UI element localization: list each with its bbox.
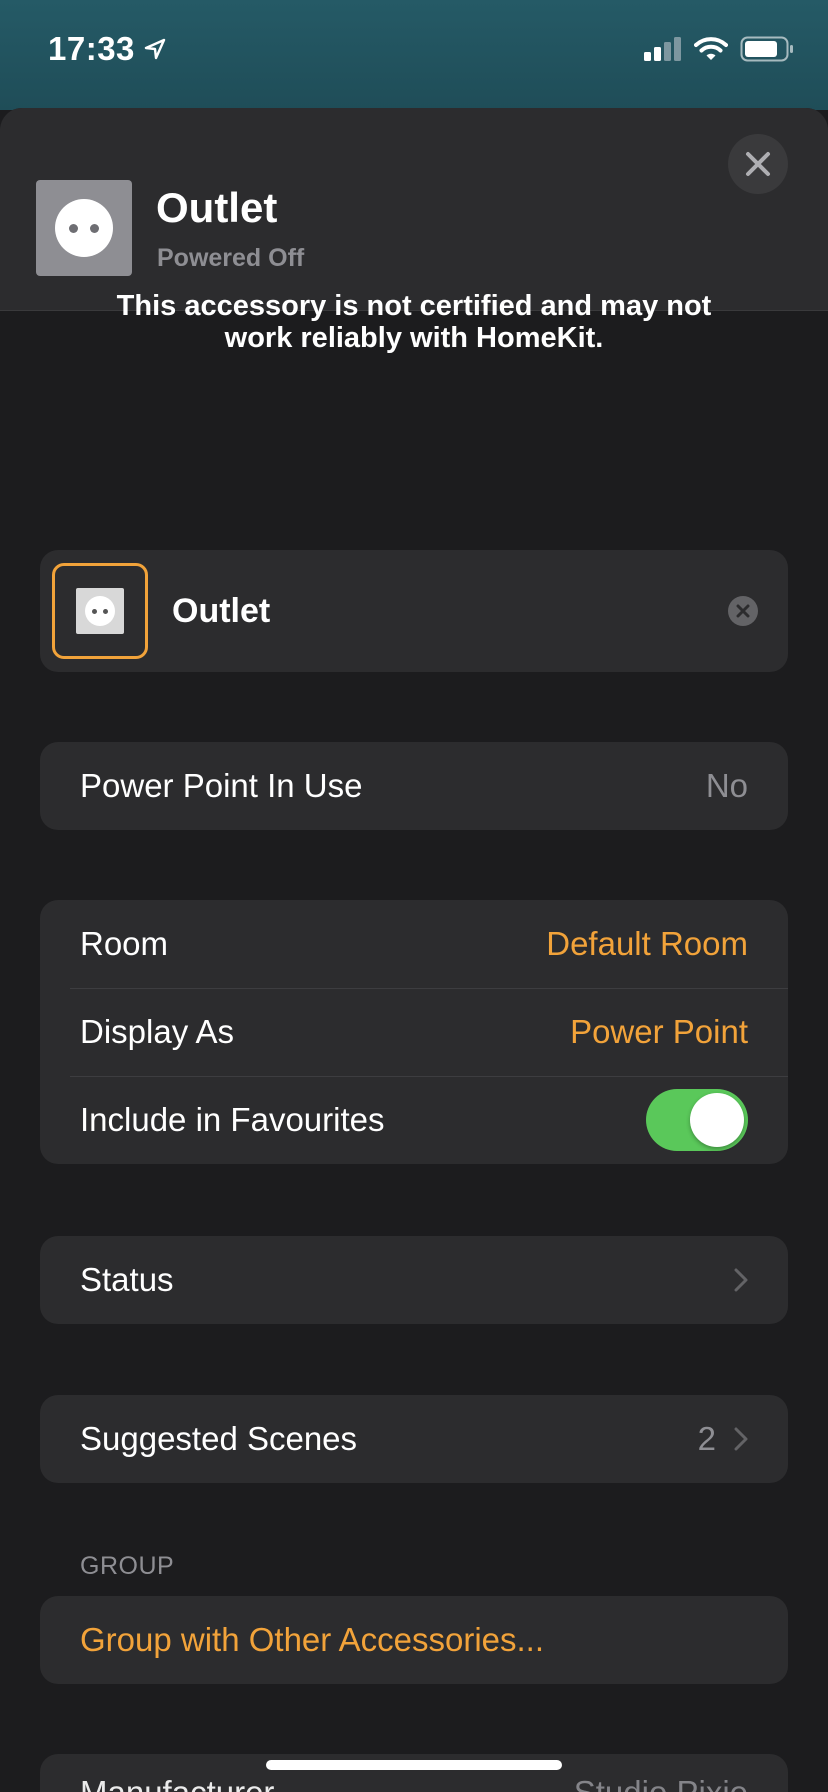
chevron-right-icon (734, 1268, 748, 1292)
clear-x-icon (736, 604, 750, 618)
manufacturer-value: Studio Pixie (574, 1774, 748, 1792)
accessory-title: Outlet (156, 184, 278, 231)
accessory-name-field[interactable]: Outlet (40, 550, 788, 672)
display-as-row[interactable]: Display As Power Point (40, 988, 788, 1076)
suggested-scenes-label: Suggested Scenes (80, 1420, 358, 1457)
group-section-header: GROUP (80, 1552, 175, 1580)
favourites-label: Include in Favourites (80, 1101, 385, 1138)
clear-text-icon[interactable] (728, 596, 758, 626)
certification-notice: This accessory is not certified and may … (116, 290, 712, 354)
display-as-value[interactable]: Power Point (570, 1013, 748, 1051)
group-with-accessories-button[interactable]: Group with Other Accessories... (80, 1621, 748, 1659)
manufacturer-label: Manufacturer (80, 1774, 574, 1792)
favourites-toggle[interactable] (646, 1089, 748, 1151)
status-time: 17:33 (48, 30, 167, 68)
suggested-scenes-count: 2 (697, 1420, 716, 1457)
group-action-group: Group with Other Accessories... (40, 1596, 788, 1684)
power-group: Power Point In Use No (40, 742, 788, 830)
status-label: Status (80, 1261, 174, 1298)
group-with-accessories-row[interactable]: Group with Other Accessories... (40, 1596, 788, 1684)
favourites-row: Include in Favourites (40, 1076, 788, 1164)
power-in-use-row: Power Point In Use No (40, 742, 788, 830)
home-indicator[interactable] (266, 1760, 562, 1770)
status-bar: 17:33 (0, 0, 828, 110)
status-group: Status (40, 1236, 788, 1324)
toggle-knob (690, 1093, 744, 1147)
status-row[interactable]: Status (40, 1236, 788, 1324)
accessory-status: Powered Off (157, 244, 305, 272)
wifi-icon (694, 37, 728, 60)
location-arrow-icon (144, 38, 166, 60)
room-value[interactable]: Default Room (546, 925, 748, 963)
cellular-signal-icon (644, 37, 681, 61)
suggested-scenes-row[interactable]: Suggested Scenes 2 (40, 1395, 788, 1483)
room-label: Room (80, 925, 169, 962)
outlet-icon (55, 199, 113, 257)
scenes-group: Suggested Scenes 2 (40, 1395, 788, 1483)
battery-icon (740, 36, 793, 62)
power-in-use-value: No (705, 767, 748, 804)
chevron-right-icon (734, 1427, 748, 1451)
time-text: 17:33 (48, 30, 135, 67)
sheet-header: Outlet Powered Off (0, 108, 828, 311)
room-row[interactable]: Room Default Room (40, 900, 788, 988)
accessory-tile[interactable] (36, 180, 132, 276)
outlet-mini-icon (76, 588, 124, 634)
close-icon (746, 152, 770, 176)
accessory-name-input[interactable]: Outlet (172, 592, 728, 631)
display-as-label: Display As (80, 1013, 235, 1050)
accessory-icon-picker[interactable] (52, 563, 148, 659)
power-in-use-label: Power Point In Use (80, 767, 363, 804)
settings-group: Room Default Room Display As Power Point… (40, 900, 788, 1164)
close-button[interactable] (728, 134, 788, 194)
status-icons (644, 36, 794, 62)
